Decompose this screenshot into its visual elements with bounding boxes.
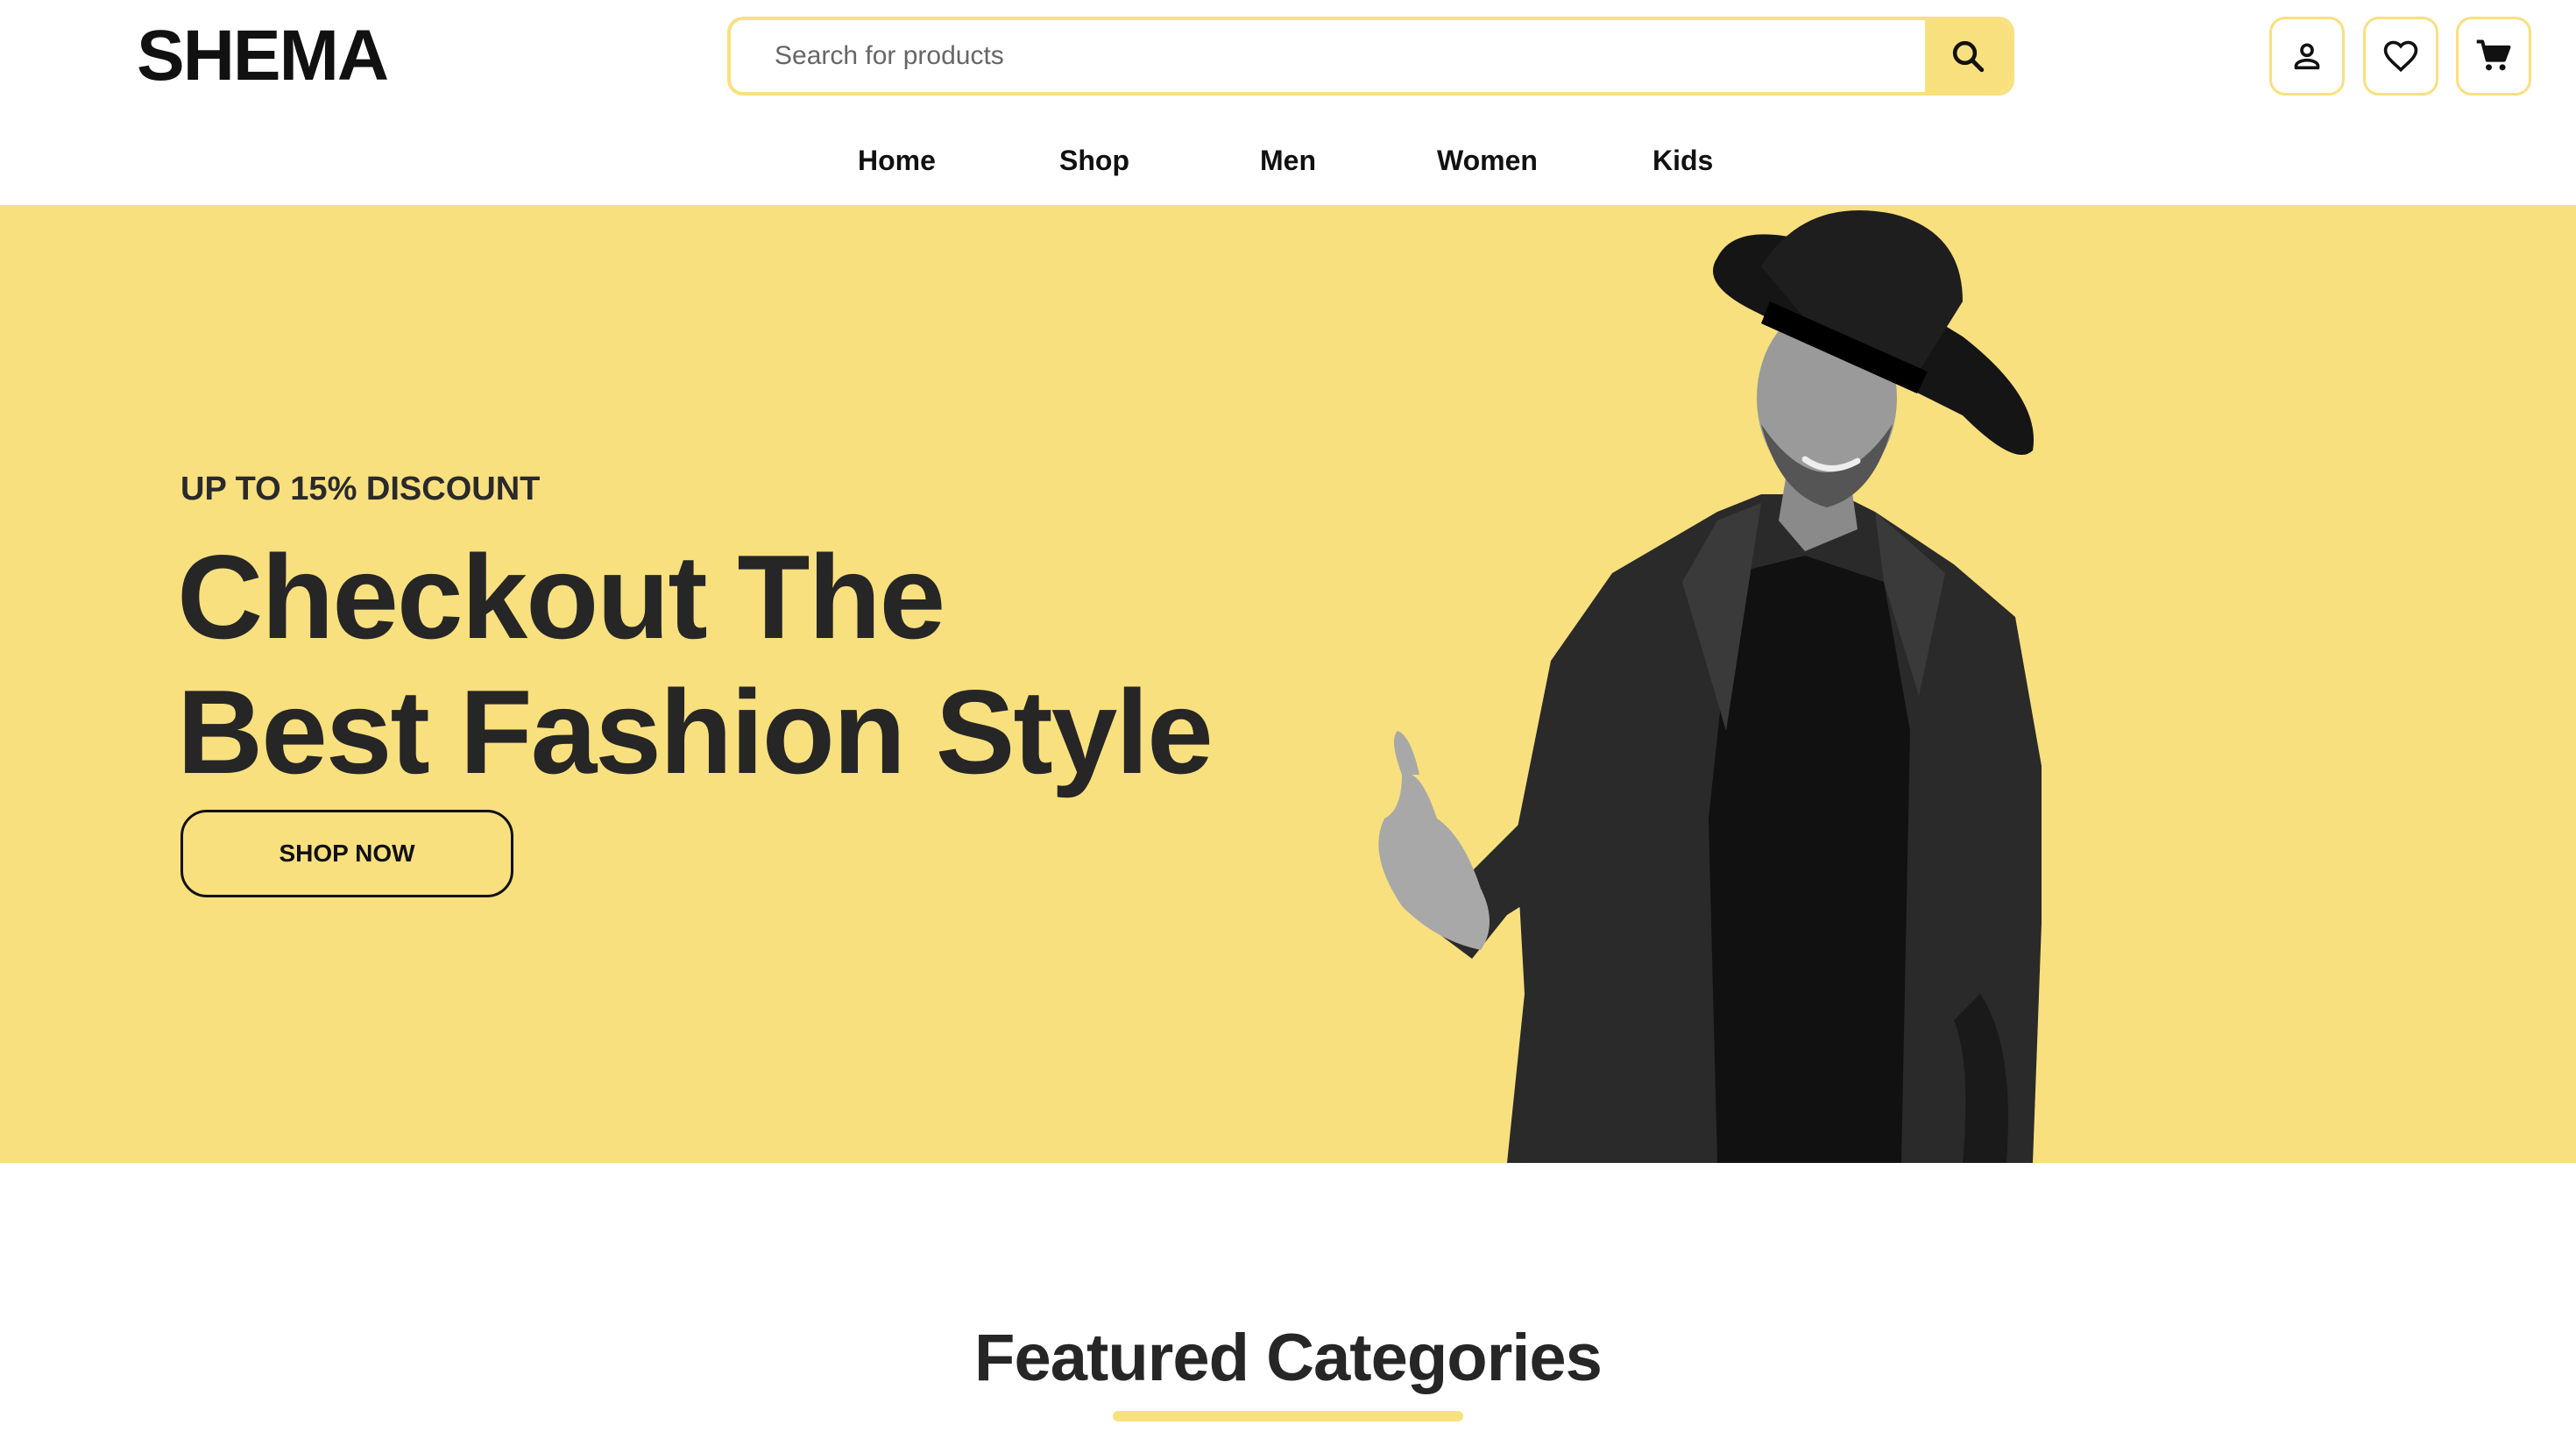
search-button[interactable] — [1925, 20, 2011, 92]
search-input[interactable] — [731, 20, 1925, 92]
wishlist-button[interactable] — [2363, 17, 2438, 96]
nav-men[interactable]: Men — [1260, 138, 1316, 182]
heading-underline — [1113, 1411, 1463, 1421]
search-bar — [727, 17, 2014, 96]
cart-button[interactable] — [2456, 17, 2531, 96]
nav-home[interactable]: Home — [858, 138, 936, 182]
hero-title-line1: Checkout The — [177, 530, 945, 663]
shop-now-button[interactable]: SHOP NOW — [180, 810, 513, 897]
main-nav: Home Shop Men Women Kids — [0, 138, 2576, 182]
featured-heading: Featured Categories — [974, 1321, 1603, 1395]
hero-title: Checkout The Best Fashion Style — [177, 529, 1214, 799]
hero-title-line2: Best Fashion Style — [177, 665, 1214, 798]
heart-icon — [2383, 40, 2418, 73]
hero-discount-label: UP TO 15% DISCOUNT — [180, 471, 541, 507]
account-button[interactable] — [2269, 17, 2345, 96]
site-header: SHEMA Home Shop Men Women — [0, 0, 2576, 205]
hero-banner: UP TO 15% DISCOUNT Checkout The Best Fas… — [0, 205, 2576, 1163]
nav-shop[interactable]: Shop — [1059, 138, 1129, 182]
nav-kids[interactable]: Kids — [1652, 138, 1713, 182]
brand-logo[interactable]: SHEMA — [137, 14, 389, 98]
hero-model-image — [1378, 210, 2042, 1163]
cart-icon — [2476, 39, 2511, 71]
featured-categories-section: Featured Categories — [0, 1315, 2576, 1421]
user-icon — [2294, 43, 2320, 70]
nav-women[interactable]: Women — [1437, 138, 1538, 182]
search-icon — [1952, 40, 1985, 73]
